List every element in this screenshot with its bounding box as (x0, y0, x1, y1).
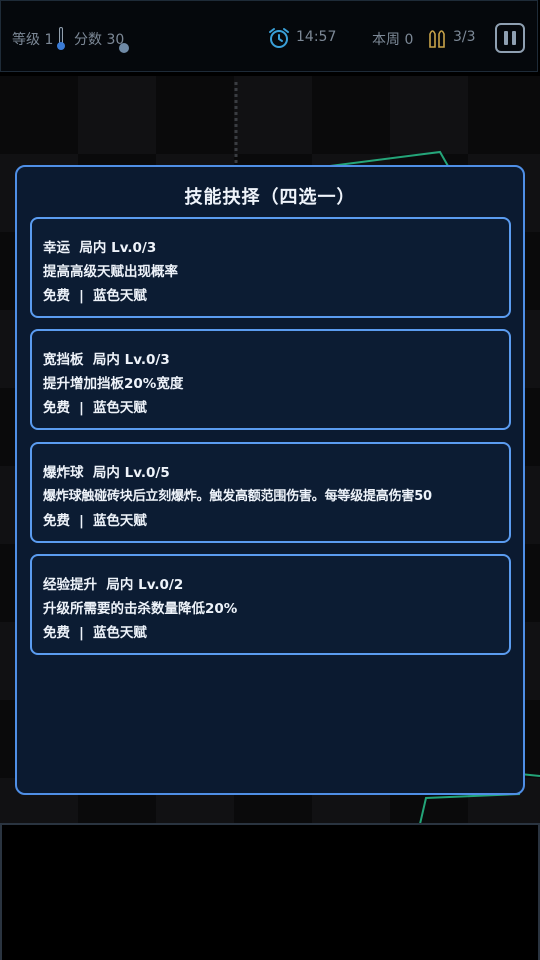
top-hud: 等级 1 分数 30 14:57 本周 0 3/3 (0, 0, 538, 72)
skill-level: Lv.0/3 (111, 240, 157, 256)
skill-rarity: 蓝色天赋 (92, 513, 147, 529)
skill-level: Lv.0/5 (124, 465, 170, 481)
ammo-count: 3/3 (453, 29, 476, 45)
skill-description: 升级所需要的击杀数量降低20% (43, 601, 238, 617)
bullets-icon (429, 30, 445, 48)
skill-scope: 局内 (106, 577, 134, 593)
separator: | (79, 400, 84, 416)
week-label: 本周 (372, 32, 400, 48)
week-value: 0 (404, 32, 414, 48)
score-label: 分数 (74, 32, 102, 48)
skill-rarity: 蓝色天赋 (92, 288, 147, 304)
skill-description: 爆炸球触碰砖块后立刻爆炸。触发高额范围伤害。每等级提高伤害50 (43, 489, 432, 504)
skill-description: 提高高级天赋出现概率 (43, 264, 178, 280)
skill-option-exp-boost[interactable]: 经验提升 局内 Lv.0/2 升级所需要的击杀数量降低20% 免费 | 蓝色天赋 (30, 554, 511, 655)
skill-scope: 局内 (92, 465, 120, 481)
skill-option-lucky[interactable]: 幸运 局内 Lv.0/3 提高高级天赋出现概率 免费 | 蓝色天赋 (30, 217, 511, 318)
skill-option-explosive-ball[interactable]: 爆炸球 局内 Lv.0/5 爆炸球触碰砖块后立刻爆炸。触发高额范围伤害。每等级提… (30, 442, 511, 543)
skill-scope: 局内 (92, 352, 120, 368)
skill-cost: 免费 (43, 400, 70, 416)
skill-cost: 免费 (43, 513, 70, 529)
skill-name: 经验提升 (43, 577, 97, 593)
skill-name: 爆炸球 (43, 465, 84, 481)
level-display: 等级 1 (12, 29, 53, 49)
week-display: 本周 0 (372, 29, 413, 49)
bottom-panel (0, 823, 540, 960)
separator: | (79, 288, 84, 304)
ball-icon (119, 43, 129, 53)
level-label: 等级 (12, 32, 40, 48)
alarm-clock-icon (269, 28, 289, 48)
skill-name: 幸运 (43, 240, 70, 256)
skill-rarity: 蓝色天赋 (92, 400, 147, 416)
skill-level: Lv.0/2 (138, 577, 184, 593)
pause-button[interactable] (495, 23, 525, 53)
skill-scope: 局内 (79, 240, 107, 256)
skill-option-wide-paddle[interactable]: 宽挡板 局内 Lv.0/3 提升增加挡板20%宽度 免费 | 蓝色天赋 (30, 329, 511, 430)
pause-icon (504, 31, 508, 45)
skill-choice-dialog: 技能抉择（四选一） 幸运 局内 Lv.0/3 提高高级天赋出现概率 免费 | 蓝色天… (15, 165, 525, 795)
level-value: 1 (44, 32, 54, 48)
separator: | (79, 513, 84, 529)
dialog-title: 技能抉择（四选一） (184, 187, 356, 208)
skill-cost: 免费 (43, 288, 70, 304)
separator: | (79, 625, 84, 641)
skill-description: 提升增加挡板20%宽度 (43, 376, 184, 392)
skill-rarity: 蓝色天赋 (92, 625, 147, 641)
thermometer-icon (57, 27, 65, 50)
skill-level: Lv.0/3 (124, 352, 170, 368)
skill-name: 宽挡板 (43, 352, 84, 368)
skill-cost: 免费 (43, 625, 70, 641)
timer-text: 14:57 (296, 29, 337, 45)
score-display: 分数 30 (74, 29, 124, 49)
